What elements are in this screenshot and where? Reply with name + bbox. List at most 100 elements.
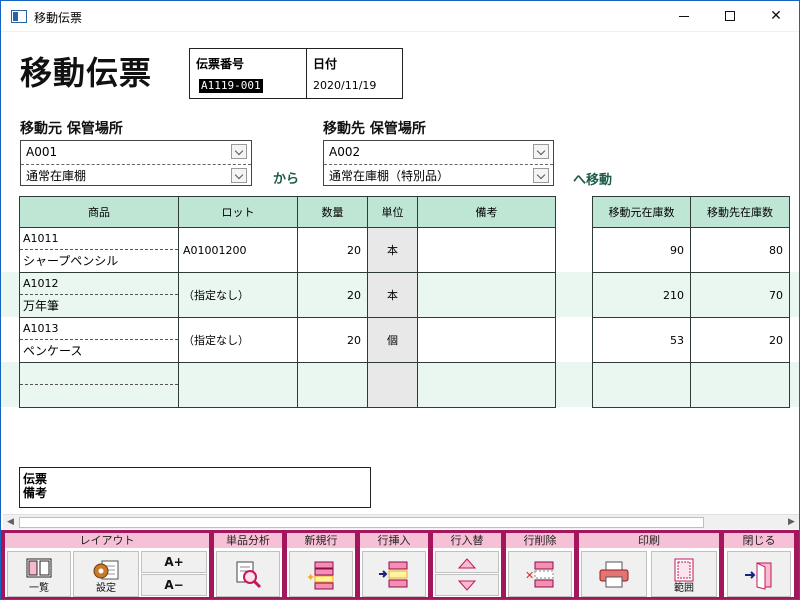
qty-cell[interactable]: 20 (297, 272, 368, 318)
dst-stock-cell: 80 (690, 227, 790, 273)
print-group-title: 印刷 (579, 533, 719, 548)
lot-cell[interactable]: （指定なし） (178, 272, 298, 318)
column-header-lot: ロット (178, 196, 298, 228)
product-cell[interactable]: A1013 ペンケース (19, 317, 179, 363)
unit-cell: 本 (367, 272, 418, 318)
list-layout-icon (26, 558, 52, 578)
print-range-button[interactable]: 範囲 (651, 551, 717, 597)
dst-stock-cell: 20 (690, 317, 790, 363)
source-location-label: 移動元 保管場所 (20, 121, 123, 137)
product-cell[interactable] (19, 362, 179, 408)
move-row-up-button[interactable] (435, 551, 499, 573)
insert-row-icon (379, 561, 408, 588)
source-shelf-select[interactable]: 通常在庫棚 (21, 164, 251, 186)
destination-location-value: A002 (329, 145, 361, 159)
delete-row-button[interactable]: ✕ (508, 551, 572, 597)
note-cell[interactable] (417, 272, 556, 318)
destination-location-select[interactable]: A002 (324, 141, 553, 163)
remark-label-line2: 備考 (23, 486, 48, 500)
table-row: 210 70 (592, 272, 790, 318)
font-increase-button[interactable]: A+ (141, 551, 207, 573)
new-row-group-title: 新規行 (287, 533, 355, 548)
swap-row-group-title: 行入替 (433, 533, 501, 548)
horizontal-scrollbar[interactable]: ◀ ▶ (3, 514, 799, 529)
product-cell[interactable]: A1011 シャープペンシル (19, 227, 179, 273)
unit-cell: 本 (367, 227, 418, 273)
insert-row-button[interactable] (362, 551, 426, 597)
src-stock-cell: 210 (592, 272, 691, 318)
minimize-button[interactable] (661, 1, 707, 32)
destination-shelf-value: 通常在庫棚（特別品） (329, 169, 450, 183)
note-cell[interactable] (417, 362, 556, 408)
list-view-label: 一覧 (29, 583, 49, 594)
triangle-down-icon (457, 580, 477, 591)
date-field[interactable]: 2020/11/19 (313, 79, 376, 92)
destination-location-combo: A002 通常在庫棚（特別品） (323, 140, 554, 186)
note-cell[interactable] (417, 227, 556, 273)
page-title: 移動伝票 (20, 54, 153, 92)
qty-cell[interactable]: 20 (297, 227, 368, 273)
qty-cell[interactable] (297, 362, 368, 408)
print-range-label: 範囲 (674, 583, 694, 594)
remark-label-line1: 伝票 (23, 472, 48, 486)
from-text: から (273, 172, 300, 187)
source-location-select[interactable]: A001 (21, 141, 251, 163)
lot-cell[interactable]: A01001200 (178, 227, 298, 273)
settings-button[interactable]: 設定 (73, 551, 139, 597)
lot-cell[interactable] (178, 362, 298, 408)
scroll-right-icon[interactable]: ▶ (784, 515, 799, 530)
svg-text:✦: ✦ (306, 571, 315, 584)
source-location-combo: A001 通常在庫棚 (20, 140, 252, 186)
chevron-down-icon[interactable] (231, 168, 247, 183)
source-shelf-value: 通常在庫棚 (26, 169, 87, 183)
note-cell[interactable] (417, 317, 556, 363)
maximize-button[interactable] (707, 1, 753, 32)
move-row-down-button[interactable] (435, 574, 499, 596)
close-button[interactable]: ✕ (753, 1, 799, 32)
exit-door-icon (745, 562, 772, 590)
column-header-note: 備考 (417, 196, 556, 228)
to-text: へ移動 (573, 173, 613, 188)
product-cell[interactable]: A1012 万年筆 (19, 272, 179, 318)
chevron-down-icon[interactable] (533, 144, 549, 159)
dst-stock-cell: 70 (690, 272, 790, 318)
stock-grid: 移動元在庫数 移動先在庫数 90 80 210 70 53 20 (592, 196, 790, 408)
new-row-button[interactable]: ✦ (289, 551, 353, 597)
unit-cell: 個 (367, 317, 418, 363)
close-icon: ✕ (770, 8, 782, 24)
items-grid: 商品 ロット 数量 単位 備考 A1011 シャープペンシル A01001200 … (19, 196, 556, 408)
new-row-group: 新規行 ✦ (287, 533, 355, 597)
slip-number-field[interactable]: A1119-001 (199, 79, 263, 93)
delete-row-group-title: 行削除 (506, 533, 574, 548)
column-header-src-stock: 移動元在庫数 (592, 196, 691, 228)
close-form-button[interactable] (727, 551, 791, 597)
window: 移動伝票 ✕ 移動伝票 伝票番号 日付 A1119-001 2020/11/19… (0, 0, 800, 600)
table-row: A1013 ペンケース （指定なし） 20 個 (19, 317, 556, 363)
chevron-down-icon[interactable] (533, 168, 549, 183)
magnifier-icon (236, 561, 262, 589)
triangle-up-icon (457, 558, 477, 569)
destination-shelf-select[interactable]: 通常在庫棚（特別品） (324, 164, 553, 186)
qty-cell[interactable]: 20 (297, 317, 368, 363)
column-header-unit: 単位 (367, 196, 418, 228)
dst-stock-cell (690, 362, 790, 408)
chevron-down-icon[interactable] (231, 144, 247, 159)
product-code (20, 363, 178, 385)
font-decrease-button[interactable]: A− (141, 574, 207, 596)
scroll-left-icon[interactable]: ◀ (3, 515, 18, 530)
lot-cell[interactable]: （指定なし） (178, 317, 298, 363)
list-view-button[interactable]: 一覧 (7, 551, 71, 597)
printer-icon (599, 561, 629, 588)
product-analysis-button[interactable] (216, 551, 280, 597)
src-stock-cell (592, 362, 691, 408)
scroll-thumb[interactable] (19, 517, 704, 528)
print-button[interactable] (581, 551, 647, 597)
insert-row-group-title: 行挿入 (360, 533, 428, 548)
column-header-qty: 数量 (297, 196, 368, 228)
slip-remark-field[interactable]: 伝票 備考 (19, 467, 371, 508)
delete-row-group: 行削除 ✕ (506, 533, 574, 597)
product-name (20, 385, 178, 407)
unit-cell (367, 362, 418, 408)
column-header-dst-stock: 移動先在庫数 (690, 196, 790, 228)
date-label: 日付 (313, 57, 338, 71)
